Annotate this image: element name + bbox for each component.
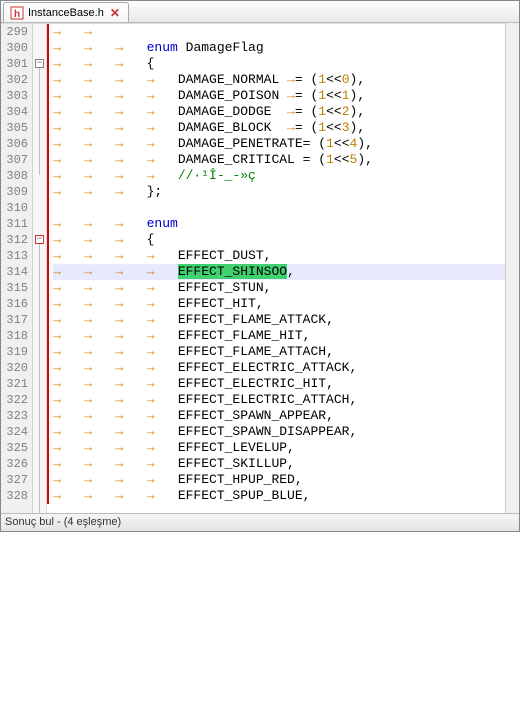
line-number-gutter: 2993003013023033043053063073083093103113… xyxy=(1,24,33,513)
tab-filename: InstanceBase.h xyxy=(28,7,104,19)
close-icon[interactable]: ✕ xyxy=(108,6,122,20)
code-line[interactable]: → → → → EFFECT_STUN, xyxy=(53,280,519,296)
fold-toggle[interactable]: − xyxy=(35,235,44,244)
code-line[interactable]: → → → enum DamageFlag xyxy=(53,40,519,56)
code-line[interactable]: → → → → DAMAGE_PENETRATE= (1<<4), xyxy=(53,136,519,152)
code-line[interactable]: → → → → EFFECT_FLAME_ATTACH, xyxy=(53,344,519,360)
code-line[interactable]: → → → → EFFECT_ELECTRIC_ATTACH, xyxy=(53,392,519,408)
svg-text:h: h xyxy=(14,9,20,20)
code-line[interactable]: → → → → DAMAGE_NORMAL →= (1<<0), xyxy=(53,72,519,88)
code-line[interactable]: → → → → DAMAGE_BLOCK →= (1<<3), xyxy=(53,120,519,136)
fold-toggle[interactable]: − xyxy=(35,59,44,68)
code-line[interactable]: → → → → //·¹Î-_-»ç xyxy=(53,168,519,184)
code-line[interactable]: → → → → DAMAGE_CRITICAL = (1<<5), xyxy=(53,152,519,168)
vertical-scrollbar[interactable] xyxy=(505,23,519,513)
code-line[interactable]: → → → → EFFECT_SPUP_BLUE, xyxy=(53,488,519,504)
code-line[interactable]: → → → { xyxy=(53,232,519,248)
fold-strip[interactable]: −− xyxy=(33,24,47,513)
code-line[interactable]: → → → }; xyxy=(53,184,519,200)
code-line[interactable]: → → → → DAMAGE_POISON →= (1<<1), xyxy=(53,88,519,104)
code-area[interactable]: → → → → → enum DamageFlag→ → → {→ → → → … xyxy=(53,24,519,513)
code-line[interactable]: → → → enum xyxy=(53,216,519,232)
code-line[interactable]: → → → → EFFECT_SPAWN_APPEAR, xyxy=(53,408,519,424)
code-line[interactable]: → → → → EFFECT_FLAME_ATTACK, xyxy=(53,312,519,328)
tab-bar: h InstanceBase.h ✕ xyxy=(1,1,519,23)
code-line[interactable]: → → → → DAMAGE_DODGE →= (1<<2), xyxy=(53,104,519,120)
code-line[interactable]: → → → → EFFECT_ELECTRIC_HIT, xyxy=(53,376,519,392)
file-tab[interactable]: h InstanceBase.h ✕ xyxy=(3,2,129,22)
header-file-icon: h xyxy=(10,6,24,20)
code-line[interactable]: → → → → EFFECT_HPUP_RED, xyxy=(53,472,519,488)
code-line[interactable]: → → → → EFFECT_ELECTRIC_ATTACK, xyxy=(53,360,519,376)
code-line[interactable]: → → → → EFFECT_LEVELUP, xyxy=(53,440,519,456)
code-line[interactable]: → → → { xyxy=(53,56,519,72)
status-bar: Sonuç bul - (4 eşleşme) xyxy=(1,513,519,531)
status-text: Sonuç bul - (4 eşleşme) xyxy=(5,516,121,528)
code-line[interactable]: → → → → EFFECT_HIT, xyxy=(53,296,519,312)
code-line[interactable]: → → → → EFFECT_SKILLUP, xyxy=(53,456,519,472)
code-line[interactable]: → → → → EFFECT_DUST, xyxy=(53,248,519,264)
code-line[interactable]: → → → → EFFECT_FLAME_HIT, xyxy=(53,328,519,344)
code-editor[interactable]: 2993003013023033043053063073083093103113… xyxy=(1,23,519,513)
code-line[interactable]: → → xyxy=(53,24,519,40)
code-line[interactable]: → → → → EFFECT_SPAWN_DISAPPEAR, xyxy=(53,424,519,440)
code-line[interactable]: → → → → EFFECT_SHINSOO, xyxy=(53,264,519,280)
code-line[interactable] xyxy=(53,200,519,216)
